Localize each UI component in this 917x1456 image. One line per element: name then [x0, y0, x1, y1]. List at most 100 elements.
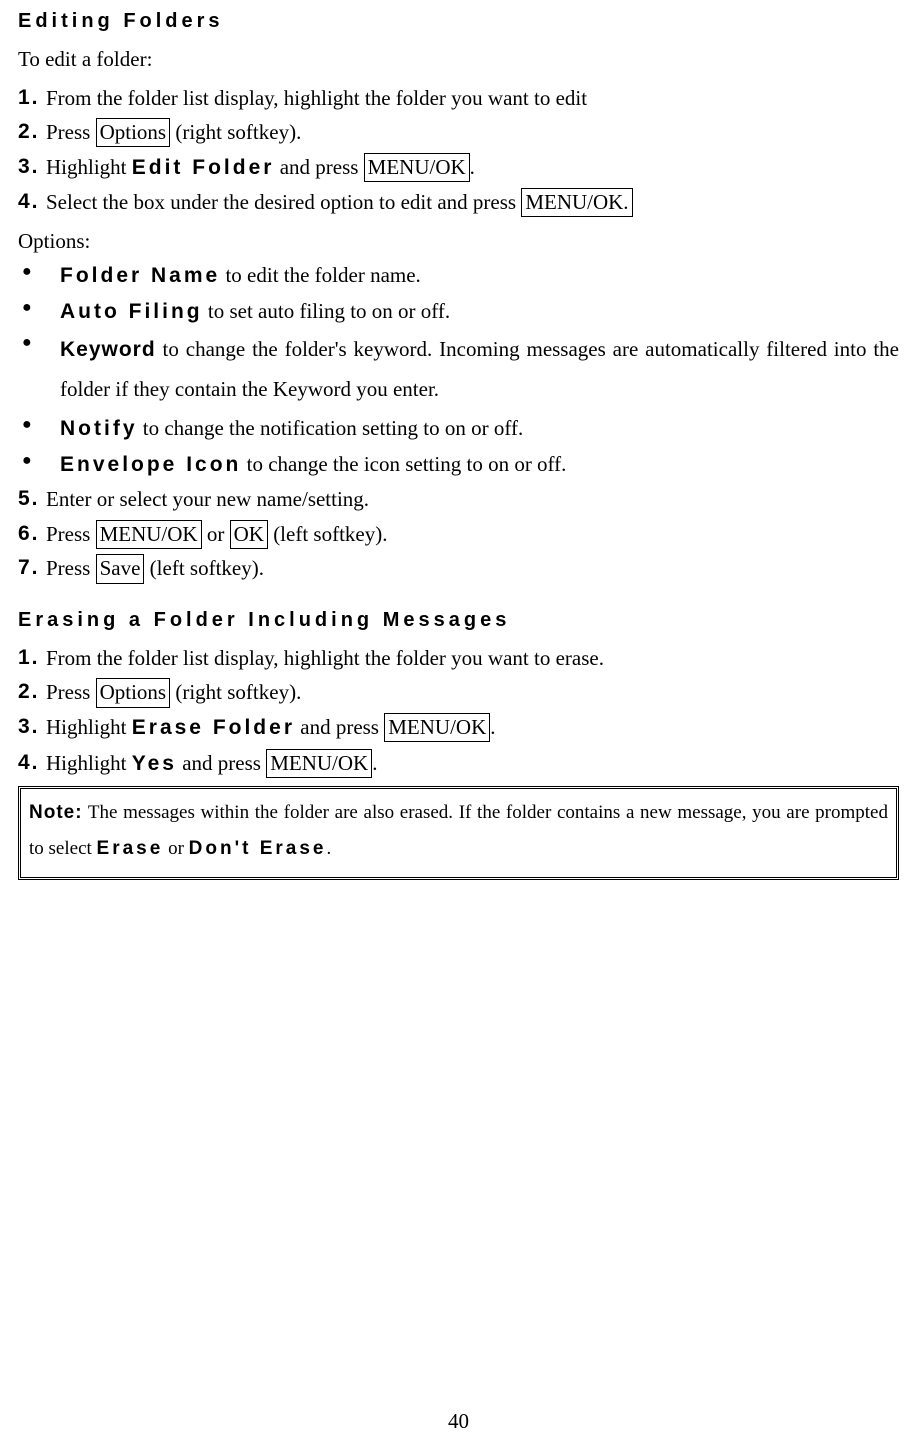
menu-notify: Notify [60, 417, 138, 440]
text: or [202, 522, 230, 546]
text: Highlight [46, 751, 132, 775]
step-body: Select the box under the desired option … [46, 186, 899, 219]
erase-step-4: 4. Highlight Yes and press MENU/OK. [18, 747, 899, 781]
bullet-icon: ● [18, 295, 60, 329]
text: (right softkey). [170, 680, 301, 704]
text: Press [46, 556, 96, 580]
text: to set auto filing to on or off. [203, 299, 451, 323]
step-body: From the folder list display, highlight … [46, 642, 899, 675]
bullet-icon: ● [18, 259, 60, 293]
text: and press [177, 751, 266, 775]
step-body: Press Options (right softkey). [46, 676, 899, 709]
text: (right softkey). [170, 120, 301, 144]
option-body: Notify to change the notification settin… [60, 412, 899, 446]
text: and press [295, 715, 384, 739]
text: Press [46, 680, 96, 704]
key-options: Options [96, 118, 171, 147]
key-options: Options [96, 678, 171, 707]
bullet-icon: ● [18, 330, 60, 410]
key-menu-ok: MENU/OK [384, 713, 490, 742]
step-7: 7. Press Save (left softkey). [18, 552, 899, 585]
step-number: 3. [18, 151, 46, 185]
option-keyword: ● Keyword to change the folder's keyword… [18, 330, 899, 410]
step-body: Press Options (right softkey). [46, 116, 899, 149]
text: Press [46, 522, 96, 546]
step-body: Press Save (left softkey). [46, 552, 899, 585]
step-number: 2. [18, 676, 46, 709]
step-6: 6. Press MENU/OK or OK (left softkey). [18, 518, 899, 551]
page-number: 40 [0, 1405, 917, 1438]
bullet-icon: ● [18, 448, 60, 482]
step-2: 2. Press Options (right softkey). [18, 116, 899, 149]
text: . [326, 838, 331, 859]
step-3: 3. Highlight Edit Folder and press MENU/… [18, 151, 899, 185]
option-auto-filing: ● Auto Filing to set auto filing to on o… [18, 295, 899, 329]
heading-editing-folders: Editing Folders [18, 6, 899, 37]
step-5: 5. Enter or select your new name/setting… [18, 483, 899, 516]
menu-erase-folder: Erase Folder [132, 716, 295, 739]
text: Select the box under the desired option … [46, 190, 521, 214]
bullet-icon: ● [18, 412, 60, 446]
step-number: 3. [18, 711, 46, 745]
text: . [490, 715, 495, 739]
step-number: 1. [18, 642, 46, 675]
step-body: Press MENU/OK or OK (left softkey). [46, 518, 899, 551]
step-4: 4. Select the box under the desired opti… [18, 186, 899, 219]
text: . [470, 155, 475, 179]
step-body: From the folder list display, highlight … [46, 82, 899, 115]
note-label: Note: [29, 802, 83, 823]
erase-step-2: 2. Press Options (right softkey). [18, 676, 899, 709]
step-number: 1. [18, 82, 46, 115]
step-1: 1. From the folder list display, highlig… [18, 82, 899, 115]
text: to change the folder's keyword. Incoming… [60, 337, 899, 401]
menu-yes: Yes [132, 752, 177, 775]
text: or [163, 838, 188, 859]
menu-dont-erase: Don't Erase [189, 838, 327, 859]
step-body: Enter or select your new name/setting. [46, 483, 899, 516]
menu-envelope-icon: Envelope Icon [60, 453, 241, 476]
intro-text: To edit a folder: [18, 43, 899, 76]
menu-erase: Erase [97, 838, 164, 859]
menu-auto-filing: Auto Filing [60, 300, 203, 323]
key-menu-ok: MENU/OK [364, 153, 470, 182]
text: to change the icon setting to on or off. [241, 452, 566, 476]
erase-step-3: 3. Highlight Erase Folder and press MENU… [18, 711, 899, 745]
options-label: Options: [18, 225, 899, 258]
option-notify: ● Notify to change the notification sett… [18, 412, 899, 446]
step-body: Highlight Edit Folder and press MENU/OK. [46, 151, 899, 185]
option-body: Envelope Icon to change the icon setting… [60, 448, 899, 482]
step-number: 6. [18, 518, 46, 551]
key-menu-ok: MENU/OK [266, 749, 372, 778]
note-box: Note: The messages within the folder are… [18, 786, 899, 880]
key-ok: OK [230, 520, 268, 549]
key-save: Save [96, 554, 145, 583]
step-number: 4. [18, 747, 46, 781]
option-body: Keyword to change the folder's keyword. … [60, 330, 899, 410]
step-number: 2. [18, 116, 46, 149]
text: Press [46, 120, 96, 144]
text: (left softkey). [144, 556, 264, 580]
text: to edit the folder name. [220, 263, 421, 287]
option-folder-name: ● Folder Name to edit the folder name. [18, 259, 899, 293]
text: Highlight [46, 715, 132, 739]
text: to change the notification setting to on… [138, 416, 524, 440]
option-body: Folder Name to edit the folder name. [60, 259, 899, 293]
step-number: 5. [18, 483, 46, 516]
menu-folder-name: Folder Name [60, 264, 220, 287]
option-envelope-icon: ● Envelope Icon to change the icon setti… [18, 448, 899, 482]
text: (left softkey). [268, 522, 388, 546]
step-body: Highlight Yes and press MENU/OK. [46, 747, 899, 781]
key-menu-ok: MENU/OK [96, 520, 202, 549]
text: . [372, 751, 377, 775]
option-body: Auto Filing to set auto filing to on or … [60, 295, 899, 329]
menu-keyword: Keyword [60, 338, 156, 361]
text: Highlight [46, 155, 132, 179]
erase-step-1: 1. From the folder list display, highlig… [18, 642, 899, 675]
step-body: Highlight Erase Folder and press MENU/OK… [46, 711, 899, 745]
heading-erasing-folder: Erasing a Folder Including Messages [18, 605, 899, 636]
step-number: 4. [18, 186, 46, 219]
text: and press [274, 155, 363, 179]
step-number: 7. [18, 552, 46, 585]
key-menu-ok: MENU/OK. [521, 188, 632, 217]
menu-edit-folder: Edit Folder [132, 156, 275, 179]
